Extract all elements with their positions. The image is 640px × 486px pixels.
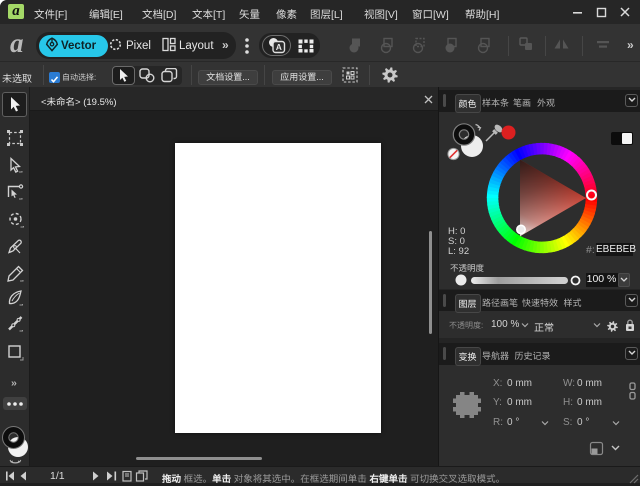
svg-text:A: A: [276, 42, 282, 52]
